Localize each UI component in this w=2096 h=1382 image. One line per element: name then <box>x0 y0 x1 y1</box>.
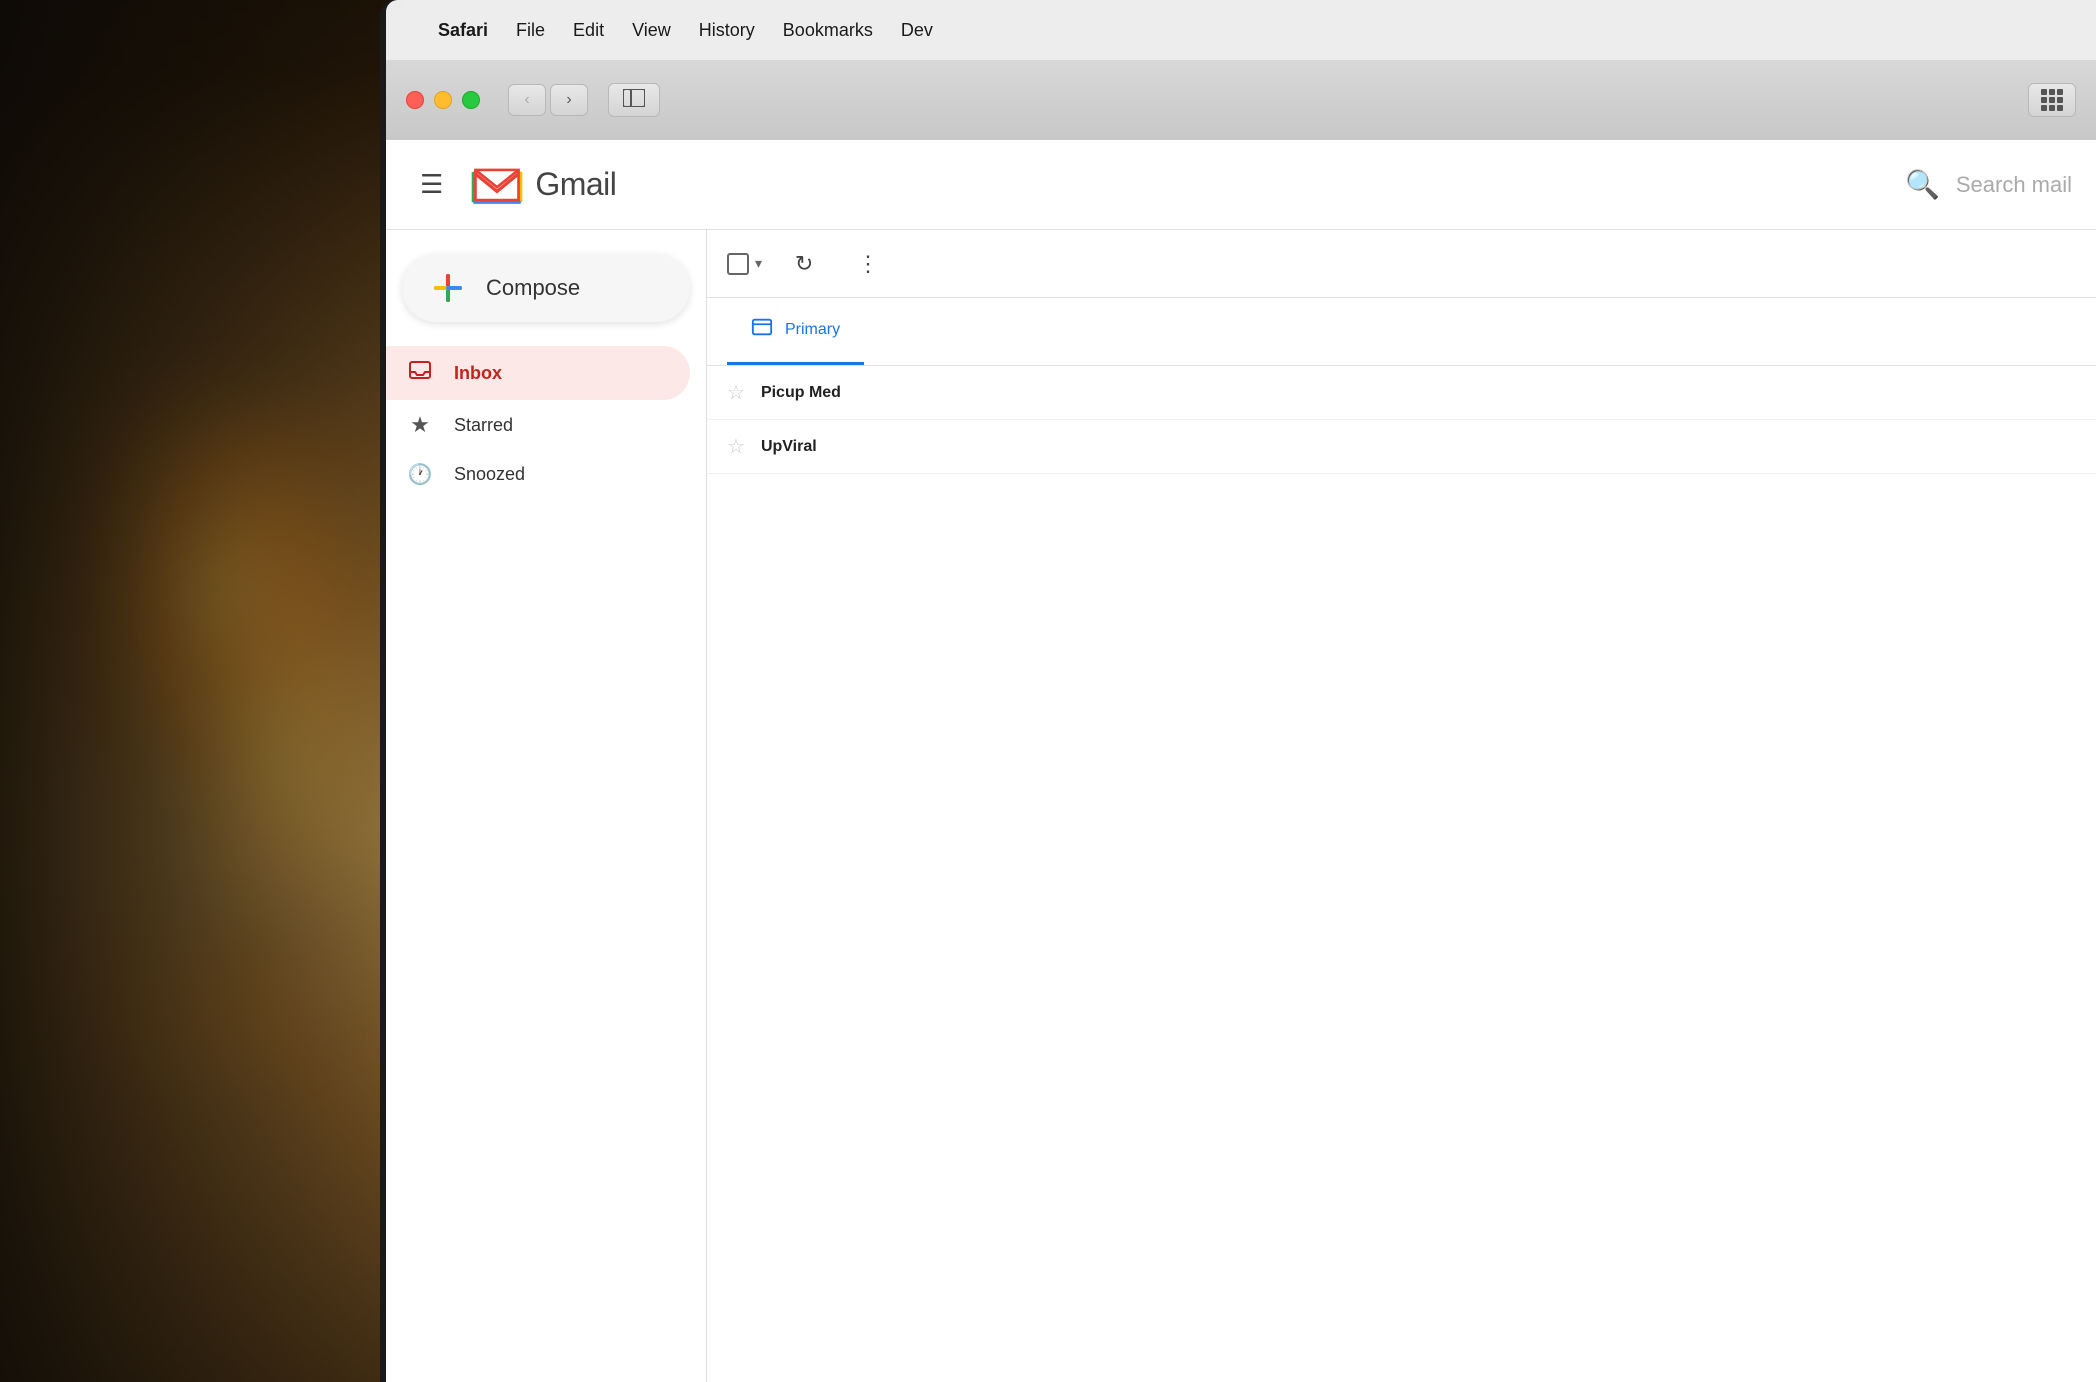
close-button[interactable] <box>406 91 424 109</box>
star-icon[interactable]: ☆ <box>727 380 745 405</box>
sidebar: Compose Inbox ★ S <box>386 230 706 1382</box>
select-all-checkbox[interactable] <box>727 253 749 275</box>
dark-overlay <box>0 0 400 1382</box>
menubar-edit[interactable]: Edit <box>573 20 604 41</box>
refresh-icon: ↻ <box>795 251 813 277</box>
email-row[interactable]: ☆ UpViral <box>707 420 2096 474</box>
menubar-bookmarks[interactable]: Bookmarks <box>783 20 873 41</box>
compose-plus-icon <box>430 270 466 306</box>
email-area: ▾ ↻ ⋮ <box>706 230 2096 1382</box>
email-row[interactable]: ☆ Picup Med <box>707 366 2096 420</box>
star-icon[interactable]: ☆ <box>727 434 745 459</box>
hamburger-icon: ☰ <box>420 169 443 200</box>
email-list: ☆ Picup Med ☆ UpViral <box>707 366 2096 1382</box>
menubar-view[interactable]: View <box>632 20 671 41</box>
search-icon: 🔍 <box>1905 168 1940 201</box>
nav-inbox[interactable]: Inbox <box>386 346 690 400</box>
menubar-dev[interactable]: Dev <box>901 20 933 41</box>
forward-chevron-icon: › <box>566 91 571 109</box>
hamburger-menu-button[interactable]: ☰ <box>410 159 453 210</box>
more-vert-icon: ⋮ <box>857 251 879 277</box>
back-button[interactable]: ‹ <box>508 84 546 116</box>
traffic-lights <box>406 91 480 109</box>
starred-icon: ★ <box>406 412 434 438</box>
grid-button[interactable] <box>2028 83 2076 117</box>
gmail-m-icon <box>469 157 525 213</box>
nav-starred[interactable]: ★ Starred <box>386 400 690 450</box>
nav-snoozed[interactable]: 🕐 Snoozed <box>386 450 690 499</box>
inbox-icon <box>406 358 434 388</box>
email-toolbar: ▾ ↻ ⋮ <box>707 230 2096 298</box>
forward-button[interactable]: › <box>550 84 588 116</box>
gmail-title: Gmail <box>535 166 616 203</box>
sender-name: Picup Med <box>761 384 941 402</box>
menubar-history[interactable]: History <box>699 20 755 41</box>
search-bar[interactable]: 🔍 Search mail <box>1905 168 2072 201</box>
fullscreen-button[interactable] <box>462 91 480 109</box>
minimize-button[interactable] <box>434 91 452 109</box>
select-dropdown-icon[interactable]: ▾ <box>755 255 762 272</box>
compose-label: Compose <box>486 275 580 301</box>
main-content: Compose Inbox ★ S <box>386 230 2096 1382</box>
gmail-area: ☰ Gmail <box>386 140 2096 1382</box>
inbox-label: Inbox <box>454 363 502 384</box>
snoozed-icon: 🕐 <box>406 462 434 487</box>
tab-primary[interactable]: Primary <box>727 298 864 365</box>
sender-name: UpViral <box>761 438 941 456</box>
compose-button[interactable]: Compose <box>402 254 690 322</box>
email-tabs: Primary <box>707 298 2096 366</box>
sidebar-toggle-button[interactable] <box>608 83 660 117</box>
gmail-logo[interactable]: Gmail <box>469 157 616 213</box>
refresh-button[interactable]: ↻ <box>782 242 826 286</box>
snoozed-label: Snoozed <box>454 464 525 485</box>
primary-tab-icon <box>751 316 773 344</box>
more-options-button[interactable]: ⋮ <box>846 242 890 286</box>
gmail-header: ☰ Gmail <box>386 140 2096 230</box>
laptop-frame: Safari File Edit View History Bookmarks … <box>380 0 2096 1382</box>
sidebar-icon <box>623 89 645 112</box>
menubar: Safari File Edit View History Bookmarks … <box>386 0 2096 60</box>
primary-tab-label: Primary <box>785 321 840 339</box>
select-checkbox-wrapper[interactable]: ▾ <box>727 253 762 275</box>
screen: Safari File Edit View History Bookmarks … <box>386 0 2096 1382</box>
browser-chrome: ‹ › <box>386 60 2096 140</box>
menubar-file[interactable]: File <box>516 20 545 41</box>
nav-buttons: ‹ › <box>508 84 588 116</box>
starred-label: Starred <box>454 415 513 436</box>
back-chevron-icon: ‹ <box>524 91 529 109</box>
grid-icon <box>2041 89 2063 111</box>
search-placeholder-text: Search mail <box>1956 172 2072 198</box>
menubar-safari[interactable]: Safari <box>438 20 488 41</box>
